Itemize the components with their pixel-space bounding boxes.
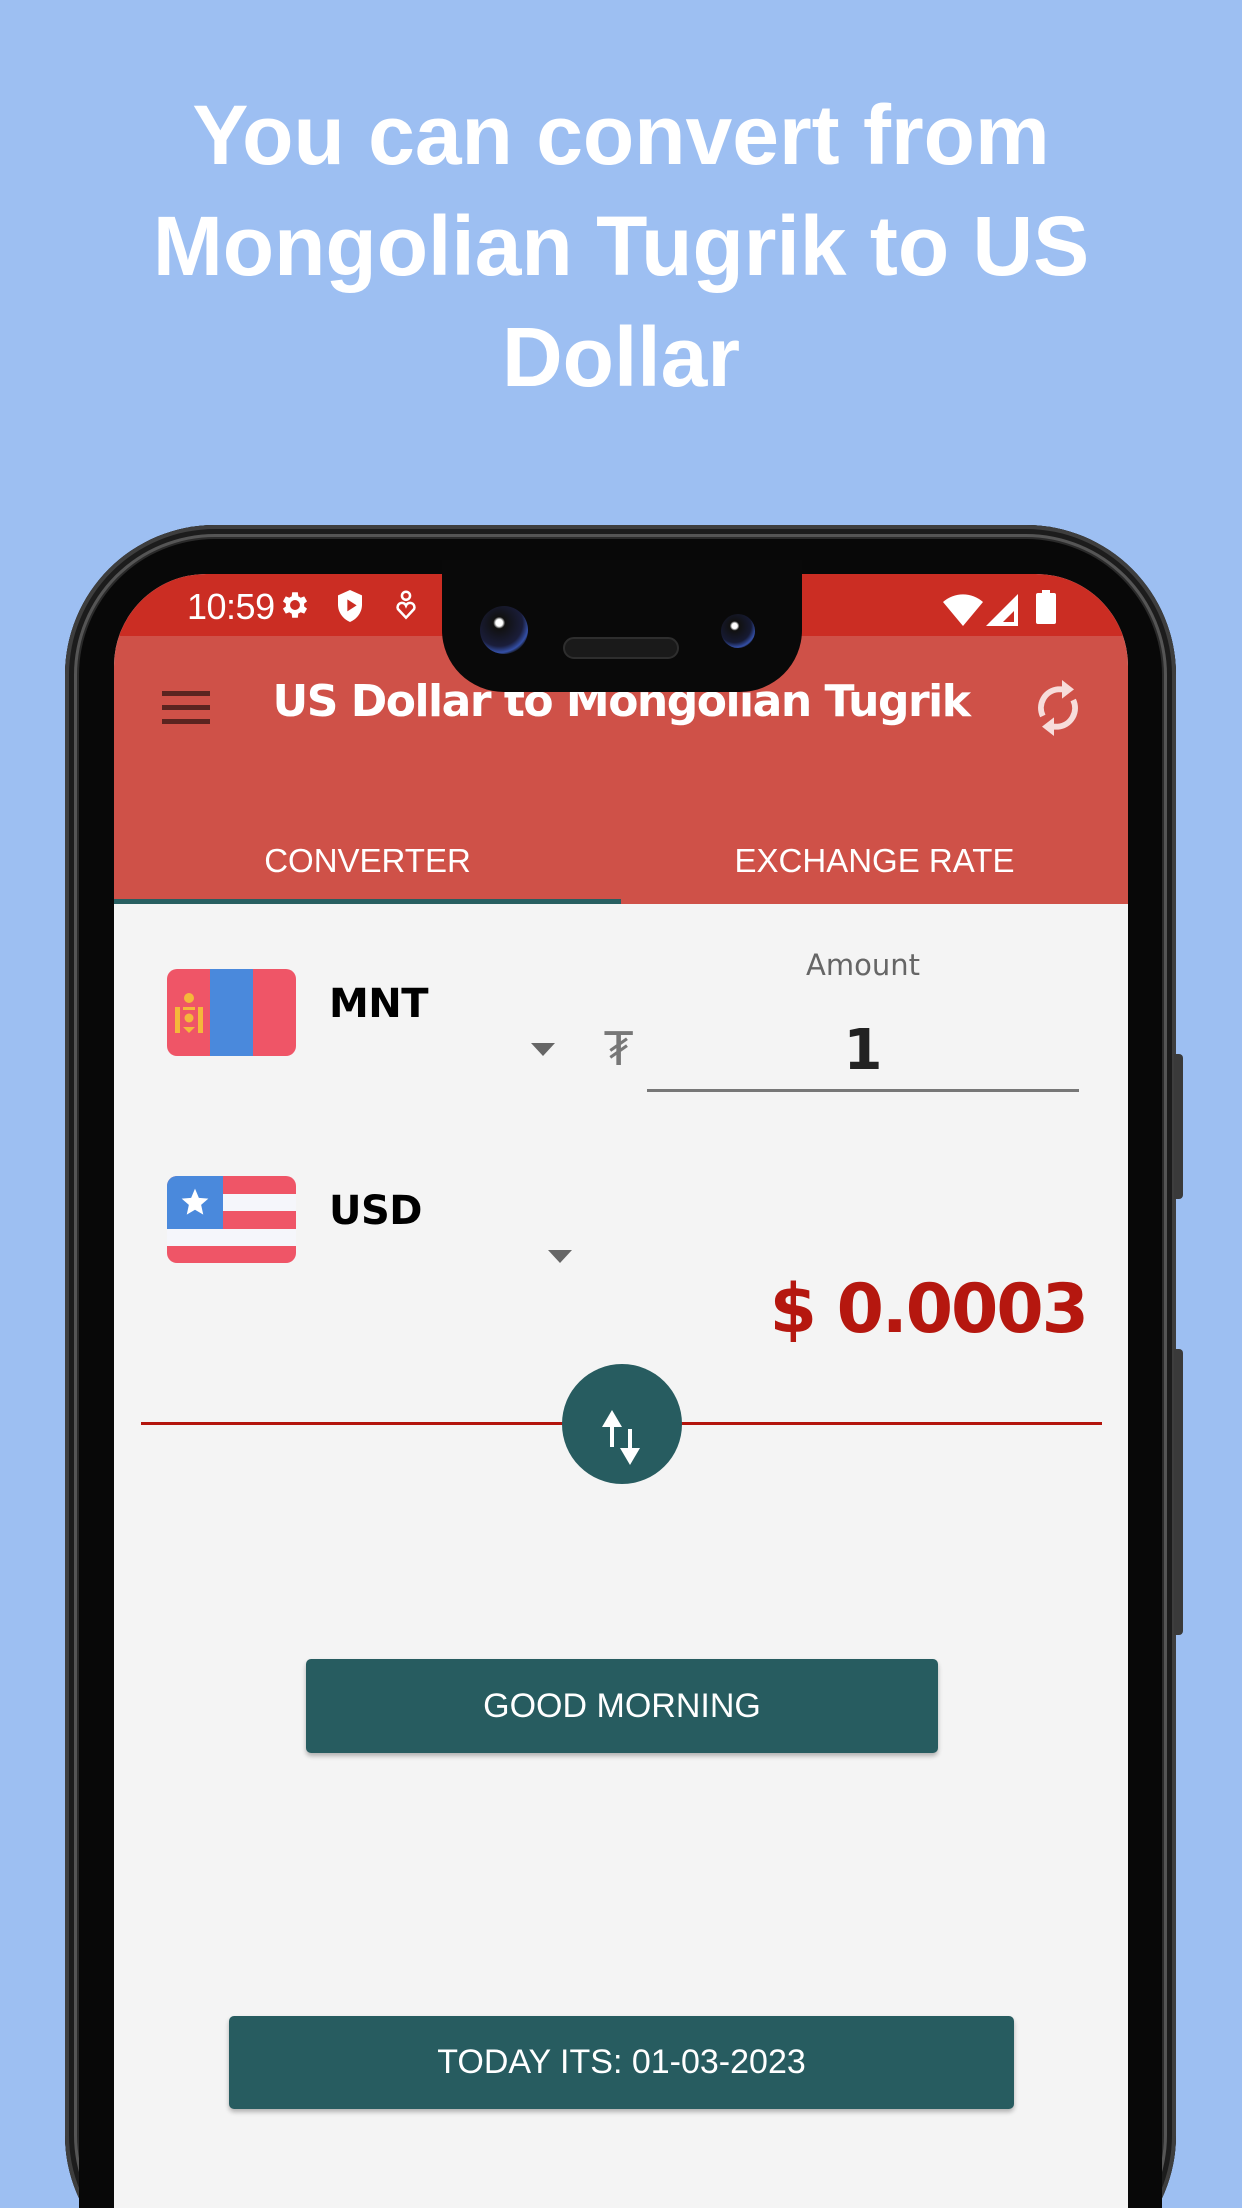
battery-icon xyxy=(1036,590,1056,624)
greeting-button[interactable]: GOOD MORNING xyxy=(306,1659,938,1753)
to-currency-code[interactable]: USD xyxy=(329,1188,423,1234)
promo-headline: You can convert from Mongolian Tugrik to… xyxy=(152,88,1090,404)
front-camera-icon xyxy=(480,606,528,654)
from-currency-code[interactable]: MNT xyxy=(329,981,429,1027)
signal-icon xyxy=(986,594,1018,626)
star-icon xyxy=(181,1188,209,1215)
mongolia-flag[interactable] xyxy=(167,969,296,1056)
wifi-icon xyxy=(943,594,983,626)
phone-volume-button xyxy=(1174,1349,1183,1635)
conversion-result: $ 0.0003 xyxy=(769,1270,1089,1349)
to-currency-dropdown-icon[interactable] xyxy=(548,1250,572,1263)
app-screen: 10:59 US Dollar to Mongolian Tugrik CONV… xyxy=(114,574,1128,2208)
from-currency-dropdown-icon[interactable] xyxy=(531,1043,555,1056)
usa-flag[interactable] xyxy=(167,1176,296,1263)
tugrik-symbol: ₮ xyxy=(604,1022,634,1076)
shield-play-icon xyxy=(338,590,362,622)
amount-input[interactable] xyxy=(647,1012,1079,1092)
amount-label: Amount xyxy=(806,948,920,982)
refresh-icon[interactable] xyxy=(1026,676,1090,740)
earpiece-speaker xyxy=(563,637,679,659)
gear-icon xyxy=(282,592,308,618)
accessibility-heart-icon xyxy=(396,590,416,620)
tab-converter[interactable]: CONVERTER xyxy=(114,836,621,904)
date-button[interactable]: TODAY ITS: 01-03-2023 xyxy=(229,2016,1014,2109)
tab-bar: CONVERTER EXCHANGE RATE xyxy=(114,836,1128,904)
secondary-camera-icon xyxy=(721,614,755,648)
swap-vertical-icon xyxy=(602,1410,640,1465)
swap-currencies-button[interactable] xyxy=(562,1364,682,1484)
soyombo-emblem-icon xyxy=(175,993,203,1033)
phone-notch xyxy=(442,560,802,692)
tab-exchange-rate[interactable]: EXCHANGE RATE xyxy=(621,836,1128,904)
phone-power-button xyxy=(1174,1054,1183,1199)
status-time: 10:59 xyxy=(187,586,275,627)
